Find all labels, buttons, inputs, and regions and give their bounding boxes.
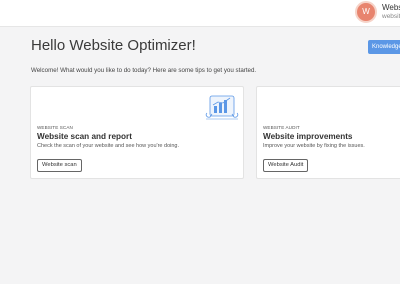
knowledge-button[interactable]: Knowledge — [368, 40, 400, 54]
website-scan-card: WEBSITE SCAN Website scan and report Che… — [30, 86, 244, 179]
card-title: Website improvements — [263, 132, 353, 141]
welcome-text: Welcome! What would you like to do today… — [31, 67, 257, 74]
avatar[interactable]: W — [355, 1, 377, 23]
website-audit-button[interactable]: Website Audit — [263, 159, 309, 172]
card-eyebrow: WEBSITE AUDIT — [263, 125, 300, 130]
page-title: Hello Website Optimizer! — [31, 37, 196, 54]
website-audit-card: WEBSITE AUDIT Website improvements Impro… — [256, 86, 400, 179]
user-subtitle: websit — [382, 13, 400, 20]
report-illustration-icon — [205, 95, 239, 120]
card-eyebrow: WEBSITE SCAN — [37, 125, 73, 130]
user-name[interactable]: Webs — [382, 3, 400, 12]
top-bar: W Webs websit — [0, 0, 400, 27]
card-description: Check the scan of your website and see h… — [37, 143, 179, 149]
website-scan-button[interactable]: Website scan — [37, 159, 82, 172]
card-title: Website scan and report — [37, 132, 132, 141]
card-description: Improve your website by fixing the issue… — [263, 143, 365, 149]
